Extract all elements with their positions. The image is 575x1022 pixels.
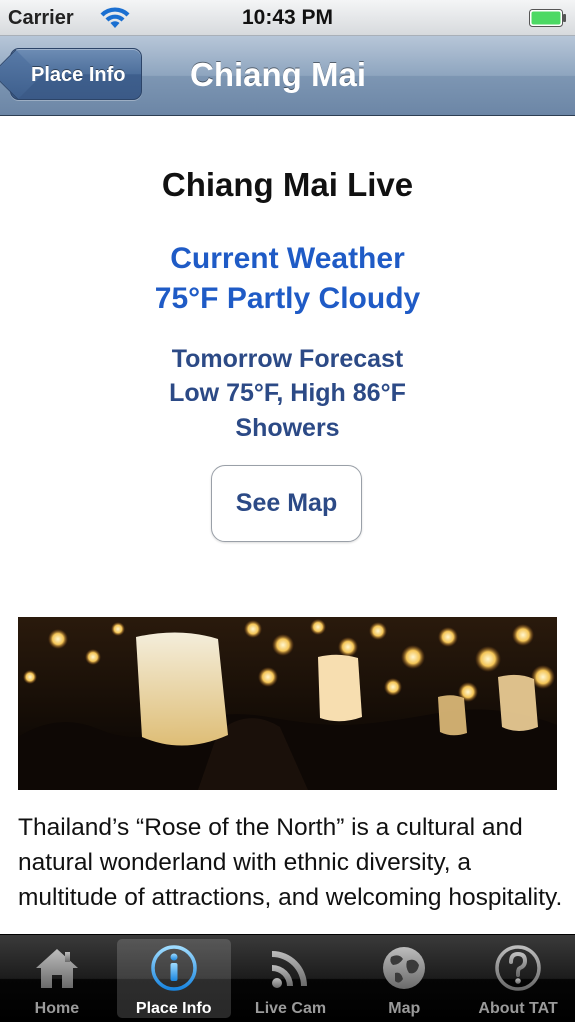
current-weather-value: 75°F Partly Cloudy [154,282,421,315]
navigation-bar: Place Info Chiang Mai [0,36,575,116]
tab-label-map: Map [388,1000,421,1017]
content-scroll-area[interactable]: Chiang Mai Live Current Weather 75°F Par… [0,116,575,934]
tab-place-info[interactable]: Place Info [116,939,231,1018]
tab-map[interactable]: Map [347,935,461,1022]
tab-bar: Home Place Info Live Cam Map About TAT [0,934,575,1022]
tab-label-place-info: Place Info [135,1000,212,1017]
forecast-heading: Tomorrow Forecast [171,345,404,373]
status-bar: Carrier 10:43 PM [0,0,575,36]
status-time: 10:43 PM [241,6,334,29]
lantern-festival-photo [18,617,557,790]
tab-home[interactable]: Home [0,935,114,1022]
forecast-range: Low 75°F, High 86°F [169,379,406,407]
battery-icon [529,9,566,27]
tab-live-cam[interactable]: Live Cam [234,935,348,1022]
globe-icon [383,947,426,989]
rss-icon [272,951,308,988]
back-button-place-info[interactable]: Place Info [10,48,143,100]
page-title: Chiang Mai [190,56,367,93]
tab-about-tat[interactable]: About TAT [461,935,575,1022]
live-title: Chiang Mai Live [161,166,414,203]
question-icon [495,945,541,991]
place-description: Thailand’s “Rose of the North” is a cult… [18,814,563,911]
tab-label-about-tat: About TAT [478,1000,558,1017]
current-weather-heading: Current Weather [170,242,405,275]
lantern-photo-graphic [18,617,557,790]
tab-label-home: Home [34,1000,80,1017]
tab-label-live-cam: Live Cam [254,1000,327,1017]
info-icon [150,945,197,991]
see-map-button[interactable]: See Map [211,465,362,542]
forecast-condition: Showers [235,414,340,442]
home-icon [35,949,78,988]
